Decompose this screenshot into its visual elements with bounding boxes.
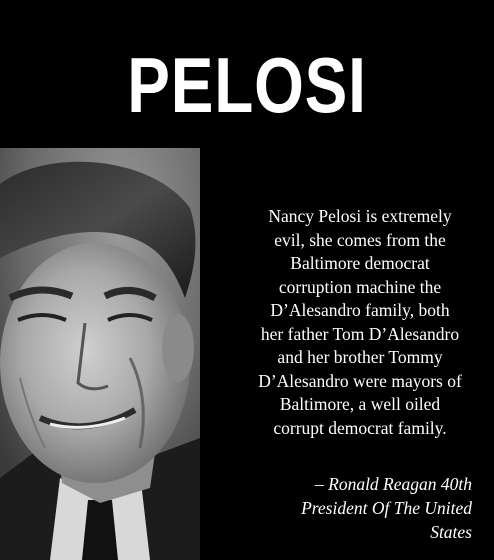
- quote-line: Nancy Pelosi is extremely: [268, 206, 452, 226]
- attribution-line: States: [430, 522, 472, 542]
- headline: PELOSI: [127, 41, 367, 129]
- quote-line: D’Alesandro family, both: [270, 300, 450, 320]
- quote-line: Baltimore democrat: [290, 253, 430, 273]
- quote-line: her father Tom D’Alesandro: [260, 323, 460, 344]
- attribution: – Ronald Reagan 40th President Of The Un…: [232, 472, 472, 544]
- quote-line: D’Alesandro were mayors of: [258, 370, 462, 391]
- quote-line: corrupt democrat family.: [273, 417, 447, 438]
- quote-line: and her brother Tommy: [277, 347, 443, 367]
- quote-line: Baltimore, a well oiled: [279, 394, 441, 414]
- portrait-photo: [0, 148, 200, 560]
- quote-text: Nancy Pelosi is extremely evil, she come…: [234, 205, 486, 440]
- quote-line: corruption machine the: [278, 276, 442, 297]
- quote-line: evil, she comes from the: [274, 229, 446, 250]
- attribution-line: President Of The United: [301, 498, 472, 518]
- attribution-line: – Ronald Reagan 40th: [315, 474, 472, 494]
